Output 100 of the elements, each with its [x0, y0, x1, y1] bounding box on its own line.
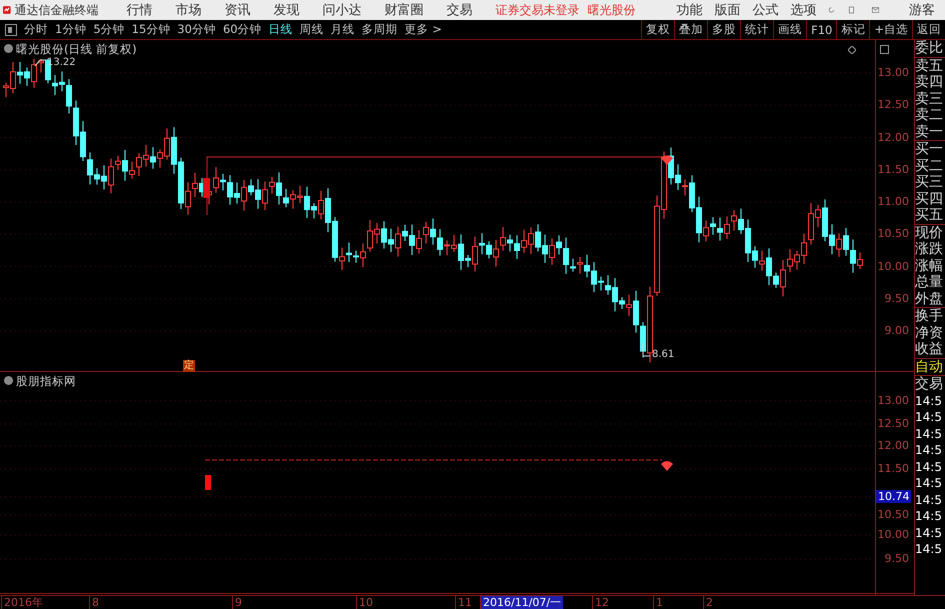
quote-field-label: 收益 — [915, 341, 944, 358]
toolbar-button[interactable]: 标记 — [836, 20, 870, 40]
price-axis-label: 9.50 — [884, 292, 910, 305]
quote-field-label: 买一 — [915, 141, 944, 158]
quote-field-label: 净资 — [915, 324, 944, 341]
trade-time: 14:5 — [915, 458, 943, 475]
toolbar-button[interactable]: 叠加 — [674, 20, 708, 40]
menu-item[interactable]: 交易 — [446, 1, 473, 19]
period-tab[interactable]: 1分钟 — [55, 22, 86, 37]
quote-field-label: 卖二 — [915, 107, 944, 124]
toolbar-button[interactable]: 返回 — [912, 20, 945, 40]
period-tab[interactable]: 日线 — [268, 22, 293, 37]
menu-item[interactable]: 版面 — [714, 1, 740, 19]
period-tab[interactable]: 多周期 — [362, 22, 398, 37]
menu-item[interactable]: 市场 — [176, 1, 202, 19]
panel-icon[interactable] — [880, 45, 889, 54]
time-axis-label: 9 — [232, 596, 244, 609]
current-value-label: 10.74 — [876, 490, 911, 503]
price-axis-label: 10.00 — [876, 260, 910, 272]
stock-name: 曙光股份 — [588, 2, 636, 18]
signal-bar — [203, 178, 210, 198]
user-label[interactable]: 游客 — [909, 1, 936, 19]
high-pointer-icon — [34, 60, 46, 66]
period-tab[interactable]: 分时 — [24, 22, 48, 37]
diamond-icon[interactable] — [848, 46, 856, 54]
app-logo-icon — [3, 3, 11, 17]
period-tab[interactable]: 60分钟 — [222, 22, 262, 37]
menu-item[interactable]: 公式 — [752, 1, 778, 19]
period-tab[interactable]: 更多 > — [404, 22, 442, 37]
low-pointer-icon — [642, 342, 650, 356]
toolbar-button[interactable]: 多股 — [707, 20, 740, 40]
quote-field-label: 外盘 — [915, 290, 944, 307]
toolbar-button[interactable]: F10 — [806, 20, 836, 40]
price-axis-label: 12.50 — [876, 417, 910, 430]
trade-time: 14:5 — [915, 442, 943, 458]
period-tab[interactable]: 月线 — [330, 22, 355, 37]
time-axis-label: 12 — [592, 596, 611, 609]
trade-time: 14:5 — [915, 492, 943, 508]
price-axis-label: 10.50 — [876, 508, 910, 521]
menu-item[interactable]: 选项 — [790, 1, 816, 19]
time-axis-label: 8 — [89, 596, 101, 609]
trade-time: 14:5 — [915, 524, 943, 541]
period-tab[interactable]: 30分钟 — [177, 22, 216, 37]
trades-title: 交易 — [915, 376, 944, 392]
quote-field-label: 换手 — [915, 308, 944, 324]
period-tab[interactable]: 周线 — [300, 22, 324, 37]
menu-item[interactable]: 行情 — [126, 1, 153, 19]
quote-field-label: 委比 — [915, 40, 944, 56]
price-axis-label: 9.00 — [884, 324, 910, 337]
chart-title: 股朋指标网 — [4, 374, 76, 389]
chart-title: 曙光股份(日线 前复权) — [4, 42, 137, 57]
time-axis-label: 2016/11/07/一 — [480, 596, 564, 609]
quote-field-label: 现价 — [915, 224, 944, 241]
panel-toggle-icon[interactable] — [5, 24, 17, 36]
menu-item[interactable]: 问小达 — [322, 1, 362, 19]
time-axis-label: 2016年 — [1, 596, 45, 609]
quote-field-label: 买五 — [915, 207, 944, 224]
phone-icon[interactable] — [848, 4, 854, 16]
price-axis-label: 13.00 — [876, 66, 910, 79]
mail-icon[interactable] — [872, 5, 880, 15]
quote-field-label: 买二 — [915, 158, 944, 174]
time-axis-label: 2 — [703, 596, 715, 609]
low-price-label: 8.61 — [652, 349, 674, 360]
price-axis-label: 11.50 — [876, 462, 910, 475]
menu-item[interactable]: 发现 — [274, 1, 300, 19]
trade-time: 14:5 — [915, 508, 943, 524]
price-axis-label: 10.50 — [876, 227, 910, 240]
time-axis-label: 10 — [356, 596, 375, 609]
mode-label[interactable]: 自动 — [915, 358, 945, 375]
quote-field-label: 买三 — [915, 174, 944, 190]
toolbar-button[interactable]: 统计 — [740, 20, 774, 40]
toolbar-button[interactable]: 画线 — [773, 20, 806, 40]
marker-label: 定 — [183, 360, 195, 372]
trade-time: 14:5 — [915, 392, 943, 409]
quote-field-label: 涨幅 — [915, 258, 944, 274]
toolbar-button[interactable]: +自选 — [869, 20, 912, 40]
toolbar-button[interactable]: 复权 — [641, 20, 674, 40]
time-axis-label: 1 — [653, 596, 665, 609]
price-axis-label: 13.00 — [876, 394, 910, 407]
price-axis-label: 9.50 — [884, 552, 910, 565]
trade-time: 14:5 — [915, 541, 943, 558]
price-axis-label: 12.50 — [876, 98, 910, 112]
menu-item[interactable]: 财富圈 — [384, 1, 424, 19]
period-tab[interactable]: 15分钟 — [132, 22, 170, 37]
price-axis-label: 11.00 — [876, 195, 910, 208]
app-title: 通达信金融终端 — [14, 2, 99, 18]
period-tab[interactable]: 5分钟 — [93, 22, 125, 37]
trade-time: 14:5 — [915, 409, 943, 426]
price-axis-label: 12.00 — [876, 130, 910, 144]
price-axis-label: 12.00 — [876, 439, 910, 452]
signal-icon — [661, 461, 673, 471]
trade-time: 14:5 — [915, 475, 943, 492]
quote-field-label: 买四 — [915, 190, 944, 207]
quote-field-label: 卖三 — [915, 90, 944, 107]
login-status: 证券交易未登录 — [496, 2, 580, 18]
signal-bar — [205, 475, 211, 490]
menu-item[interactable]: 功能 — [676, 1, 702, 19]
time-axis-label: 11 — [455, 596, 474, 609]
signal-icon — [661, 156, 673, 165]
menu-item[interactable]: 资讯 — [224, 1, 251, 19]
